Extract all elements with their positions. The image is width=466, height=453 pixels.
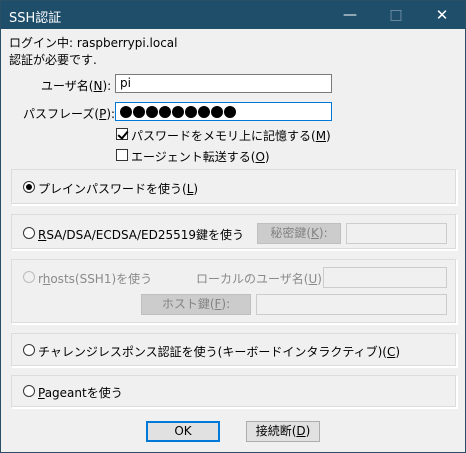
remember-password-label[interactable]: パスワードをメモリ上に記憶する(M) — [131, 127, 331, 144]
checkmark-icon — [117, 128, 129, 140]
password-dot — [172, 105, 184, 118]
passphrase-input[interactable] — [115, 102, 332, 121]
host-key-button[interactable]: ホスト鍵(F): — [141, 294, 251, 315]
auth-required-label: 認証が必要です. — [9, 53, 97, 67]
password-dot — [159, 105, 171, 118]
window-title: SSH認証 — [9, 11, 62, 26]
private-key-path-input[interactable] — [346, 223, 447, 244]
plain-password-label[interactable]: プレインパスワードを使う(L) — [38, 180, 198, 197]
remember-password-checkbox[interactable] — [116, 128, 129, 140]
ssh-auth-dialog: SSH認証 — □ ✕ ログイン中: raspberrypi.local 認証が… — [0, 0, 466, 453]
rhosts-radio[interactable] — [23, 271, 35, 283]
challenge-response-label[interactable]: チャレンジレスポンス認証を使う(キーボードインタラクティブ)(C) — [38, 343, 400, 360]
rsa-key-radio[interactable] — [23, 227, 35, 239]
passphrase-mask — [120, 104, 327, 119]
title-bar: SSH認証 — □ ✕ — [1, 1, 465, 29]
password-dot — [146, 105, 158, 118]
username-value: pi — [120, 76, 131, 90]
password-dot — [185, 105, 197, 118]
password-dot — [224, 105, 236, 118]
password-dot — [120, 105, 132, 118]
maximize-icon: □ — [389, 7, 403, 23]
private-key-button[interactable]: 秘密鍵(K): — [257, 223, 341, 244]
pageant-radio[interactable] — [23, 385, 35, 397]
passphrase-label: パスフレーズ(P): — [23, 107, 116, 121]
challenge-response-radio[interactable] — [23, 344, 35, 356]
password-dot — [211, 105, 223, 118]
login-host-label: ログイン中: raspberrypi.local — [9, 36, 178, 50]
local-username-label: ローカルのユーザ名(U): — [196, 272, 326, 286]
ok-button[interactable]: OK — [146, 421, 220, 442]
pageant-label[interactable]: Pageantを使う — [38, 384, 123, 401]
radio-selected-dot — [26, 184, 32, 190]
rsa-key-label[interactable]: RSA/DSA/ECDSA/ED25519鍵を使う — [38, 226, 244, 243]
username-input[interactable]: pi — [115, 74, 332, 93]
disconnect-button[interactable]: 接続断(D) — [246, 421, 320, 442]
password-dot — [198, 105, 210, 118]
password-dot — [133, 105, 145, 118]
minimize-icon[interactable]: — — [327, 1, 373, 29]
rhosts-label[interactable]: rhosts(SSH1)を使う — [38, 270, 152, 287]
close-icon[interactable]: ✕ — [419, 1, 465, 29]
agent-forwarding-checkbox[interactable] — [116, 149, 128, 161]
local-username-input[interactable] — [323, 267, 447, 288]
plain-password-radio[interactable] — [23, 181, 35, 193]
host-key-path-input[interactable] — [256, 294, 447, 315]
agent-forwarding-label[interactable]: エージェント転送する(O) — [131, 148, 270, 165]
username-label: ユーザ名(N): — [41, 79, 112, 93]
